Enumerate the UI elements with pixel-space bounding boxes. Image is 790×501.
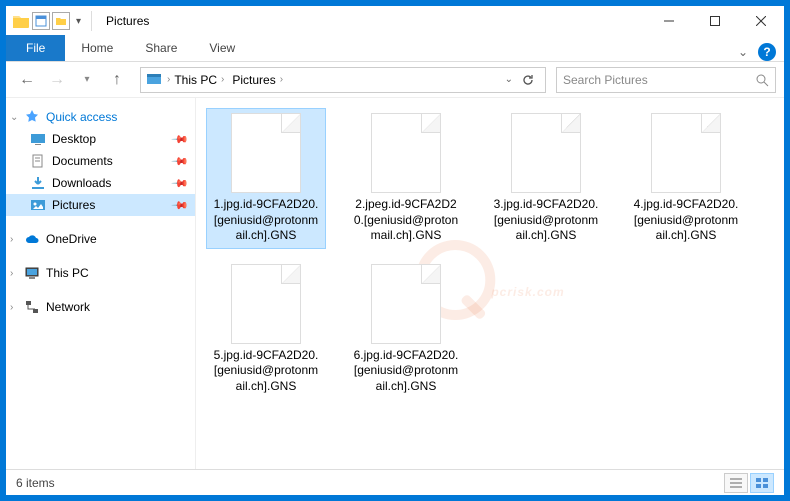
breadcrumb-pictures[interactable]: Pictures› [228,73,287,87]
titlebar: ▾ Pictures [6,6,784,36]
tab-view[interactable]: View [193,35,251,61]
help-icon[interactable]: ? [758,43,776,61]
minimize-button[interactable] [646,6,692,36]
close-button[interactable] [738,6,784,36]
breadcrumb-folder-icon [145,71,163,89]
view-large-icons-button[interactable] [750,473,774,493]
file-icon [371,264,441,344]
window-title: Pictures [106,14,149,28]
file-icon [651,113,721,193]
file-name: 6.jpg.id-9CFA2D20.[geniusid@protonmail.c… [351,348,461,395]
search-placeholder: Search Pictures [563,73,648,87]
chevron-right-icon[interactable]: › [10,268,13,279]
cloud-icon [24,231,40,247]
file-icon [231,264,301,344]
sidebar-item-downloads[interactable]: Downloads📌 [6,172,195,194]
navigation-pane: ⌄ Quick access Desktop📌 Documents📌 Downl… [6,98,196,469]
ribbon-expand-icon[interactable]: ⌄ [738,45,748,59]
sidebar-item-pictures[interactable]: Pictures📌 [6,194,195,216]
star-icon [24,109,40,125]
desktop-icon [30,131,46,147]
sidebar-quick-access[interactable]: ⌄ Quick access [6,106,195,128]
file-icon [511,113,581,193]
statusbar: 6 items [6,469,784,495]
sidebar-onedrive[interactable]: › OneDrive [6,228,195,250]
file-name: 3.jpg.id-9CFA2D20.[geniusid@protonmail.c… [491,197,601,244]
pin-icon: 📌 [171,174,190,193]
refresh-icon[interactable] [521,73,535,87]
file-item[interactable]: 2.jpeg.id-9CFA2D20.[geniusid@protonmail.… [346,108,466,249]
navigation-bar: ← → ▾ ↑ › This PC› Pictures› ⌄ Search Pi… [6,62,784,98]
file-list[interactable]: pcrisk.com 1.jpg.id-9CFA2D20.[geniusid@p… [196,98,784,469]
recent-locations-icon[interactable]: ▾ [74,67,100,93]
maximize-button[interactable] [692,6,738,36]
address-bar[interactable]: › This PC› Pictures› ⌄ [140,67,546,93]
breadcrumb-thispc[interactable]: This PC› [170,73,228,87]
file-name: 5.jpg.id-9CFA2D20.[geniusid@protonmail.c… [211,348,321,395]
app-icon [12,13,30,29]
view-details-button[interactable] [724,473,748,493]
file-name: 1.jpg.id-9CFA2D20.[geniusid@protonmail.c… [211,197,321,244]
pin-icon: 📌 [171,130,190,149]
sidebar-thispc[interactable]: › This PC [6,262,195,284]
file-item[interactable]: 3.jpg.id-9CFA2D20.[geniusid@protonmail.c… [486,108,606,249]
qat-new-folder-icon[interactable] [52,12,70,30]
chevron-right-icon[interactable]: › [10,302,13,313]
pin-icon: 📌 [171,152,190,171]
forward-button[interactable]: → [44,67,70,93]
sidebar-item-documents[interactable]: Documents📌 [6,150,195,172]
file-icon [231,113,301,193]
file-tab[interactable]: File [6,35,65,61]
ribbon: File Home Share View ⌄ ? [6,36,784,62]
documents-icon [30,153,46,169]
item-count: 6 items [16,476,55,490]
file-name: 4.jpg.id-9CFA2D20.[geniusid@protonmail.c… [631,197,741,244]
downloads-icon [30,175,46,191]
qat-properties-icon[interactable] [32,12,50,30]
network-icon [24,299,40,315]
file-item[interactable]: 4.jpg.id-9CFA2D20.[geniusid@protonmail.c… [626,108,746,249]
search-icon [755,73,769,87]
sidebar-network[interactable]: › Network [6,296,195,318]
file-item[interactable]: 6.jpg.id-9CFA2D20.[geniusid@protonmail.c… [346,259,466,400]
address-dropdown-icon[interactable]: ⌄ [505,74,513,85]
chevron-right-icon[interactable]: › [10,234,13,245]
computer-icon [24,265,40,281]
chevron-down-icon[interactable]: ⌄ [10,112,18,123]
file-name: 2.jpeg.id-9CFA2D20.[geniusid@protonmail.… [351,197,461,244]
file-icon [371,113,441,193]
sidebar-item-desktop[interactable]: Desktop📌 [6,128,195,150]
explorer-window: ▾ Pictures File Home Share View ⌄ ? ← → [5,5,785,496]
qat-customize-icon[interactable]: ▾ [72,16,85,27]
file-item[interactable]: 1.jpg.id-9CFA2D20.[geniusid@protonmail.c… [206,108,326,249]
up-button[interactable]: ↑ [104,67,130,93]
file-item[interactable]: 5.jpg.id-9CFA2D20.[geniusid@protonmail.c… [206,259,326,400]
pin-icon: 📌 [171,196,190,215]
search-input[interactable]: Search Pictures [556,67,776,93]
tab-home[interactable]: Home [65,35,129,61]
tab-share[interactable]: Share [129,35,193,61]
pictures-icon [30,197,46,213]
back-button[interactable]: ← [14,67,40,93]
